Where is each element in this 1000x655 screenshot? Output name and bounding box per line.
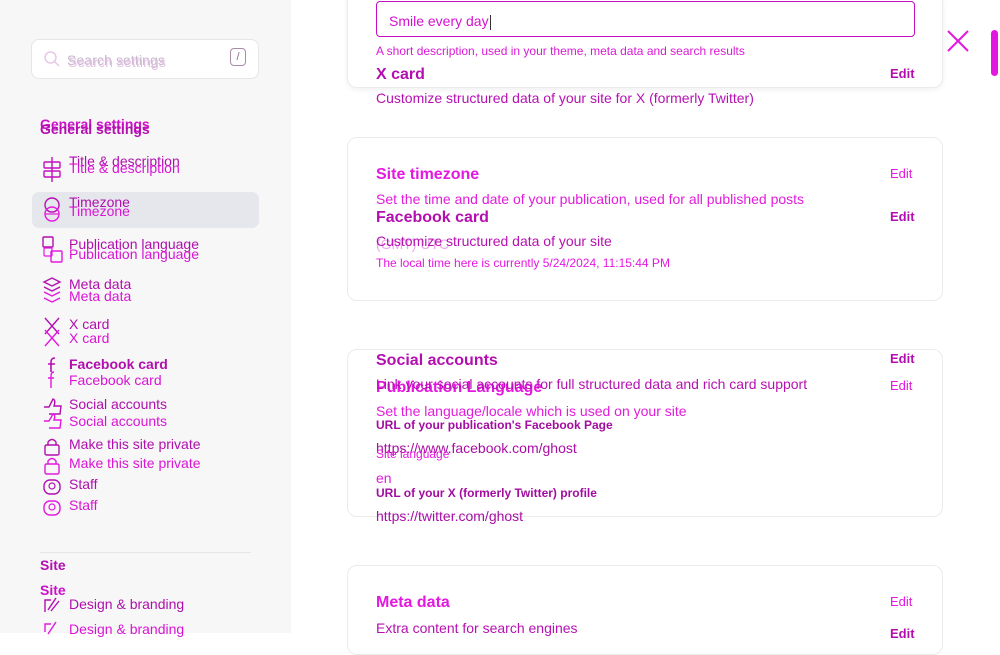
sidebar-item-label-ghost: Title & description: [69, 160, 180, 176]
staff-icon: [43, 479, 61, 516]
facebook-card-subtitle: Customize structured data of your site: [376, 233, 612, 249]
settings-sidebar: Search settings Search settings / Genera…: [0, 0, 291, 637]
site-description-value: Smile every day: [389, 13, 489, 29]
facebook-card-title: Facebook card: [376, 209, 489, 226]
sidebar-item-title-description[interactable]: Title & description Title & description: [32, 152, 259, 188]
close-icon[interactable]: [945, 28, 971, 54]
scrollbar-thumb[interactable]: [991, 30, 998, 76]
site-language-label: Site language: [376, 447, 450, 461]
sidebar-item-label: Staff: [69, 476, 98, 492]
timezone-local-time: The local time here is currently 5/24/20…: [376, 256, 670, 270]
sidebar-item-label-ghost: Social accounts: [69, 413, 168, 429]
search-placeholder-ghost: Search settings: [68, 54, 166, 70]
language-icon: [42, 236, 63, 263]
layers-icon: [42, 277, 62, 303]
text-caret: [489, 14, 491, 30]
settings-content: Smile every day A short description, use…: [291, 0, 1000, 655]
sidebar-item-label-ghost: Staff: [69, 497, 98, 513]
globe-icon: [44, 197, 60, 222]
lock-icon: [44, 438, 60, 475]
search-input[interactable]: Search settings Search settings /: [31, 39, 259, 79]
x-card-edit-button[interactable]: Edit: [890, 66, 915, 81]
timezone-edit-button[interactable]: Edit: [890, 166, 912, 181]
sidebar-item-staff[interactable]: Staff Staff: [32, 473, 259, 516]
sidebar-item-label: Facebook card: [69, 356, 168, 372]
sidebar-item-label-ghost: Facebook card: [69, 372, 162, 388]
search-icon: [44, 51, 60, 67]
sidebar-item-label-ghost: Design & branding: [69, 621, 185, 637]
x-icon: [44, 317, 60, 347]
site-description-hint: A short description, used in your theme,…: [376, 44, 745, 58]
sidebar-item-facebook-card[interactable]: Facebook card Facebook card: [32, 352, 259, 388]
site-description-input[interactable]: Smile every day: [376, 1, 915, 37]
social-accounts-title: Social accounts: [376, 352, 498, 369]
x-url-label: URL of your X (formerly Twitter) profile: [376, 486, 597, 500]
general-settings-heading-ghost: General settings: [40, 121, 150, 137]
sidebar-item-label-ghost: X card: [69, 330, 110, 346]
facebook-url-label: URL of your publication's Facebook Page: [376, 418, 613, 432]
site-language-value[interactable]: en: [376, 470, 392, 486]
sidebar-item-label-ghost: Meta data: [69, 288, 132, 304]
sidebar-item-label: Make this site private: [69, 436, 201, 452]
site-heading: Site: [40, 557, 66, 573]
timezone-title: Site timezone: [376, 166, 480, 183]
publication-language-subtitle: Set the language/locale which is used on…: [376, 403, 687, 419]
facebook-icon: [48, 357, 56, 388]
x-url-value[interactable]: https://twitter.com/ghost: [376, 508, 523, 524]
sidebar-divider: [40, 552, 251, 553]
publication-language-edit-button[interactable]: Edit: [890, 378, 912, 393]
sidebar-item-meta-data[interactable]: Meta data Meta data: [32, 272, 259, 308]
sidebar-item-label: Social accounts: [69, 396, 168, 412]
brush-icon: [44, 597, 60, 635]
facebook-card-edit-button[interactable]: Edit: [890, 209, 915, 224]
sidebar-item-social-accounts[interactable]: Social accounts Social accounts: [32, 393, 259, 429]
sidebar-item-label: Design & branding: [69, 596, 185, 612]
meta-data-edit-button[interactable]: Edit: [890, 594, 912, 609]
x-card-title: X card: [376, 66, 425, 83]
x-card-subtitle: Customize structured data of your site f…: [376, 90, 754, 106]
search-shortcut-key: /: [230, 48, 246, 66]
thumbs-up-icon: [44, 398, 62, 429]
social-accounts-subtitle: Link your social accounts for full struc…: [376, 376, 808, 392]
sidebar-item-publication-language[interactable]: Publication language Publication languag…: [32, 232, 259, 268]
social-accounts-edit-button[interactable]: Edit: [890, 351, 915, 366]
sidebar-item-label-ghost: Timezone: [69, 203, 130, 219]
meta-data-subtitle: Extra content for search engines: [376, 620, 578, 636]
sidebar-item-make-site-private[interactable]: Make this site private Make this site pr…: [32, 433, 259, 475]
sidebar-item-label-ghost: Publication language: [69, 246, 199, 262]
title-description-icon: [43, 157, 61, 182]
sidebar-item-label-ghost: Make this site private: [69, 455, 201, 471]
meta-data-title: Meta data: [376, 594, 450, 611]
meta-data-edit-button-ghost[interactable]: Edit: [890, 626, 915, 641]
sidebar-item-x-card[interactable]: X card X card: [32, 312, 259, 348]
timezone-subtitle: Set the time and date of your publicatio…: [376, 191, 805, 207]
sidebar-item-design-branding[interactable]: Design & branding Design & branding: [32, 592, 259, 637]
sidebar-item-timezone[interactable]: Timezone Timezone: [32, 192, 259, 228]
